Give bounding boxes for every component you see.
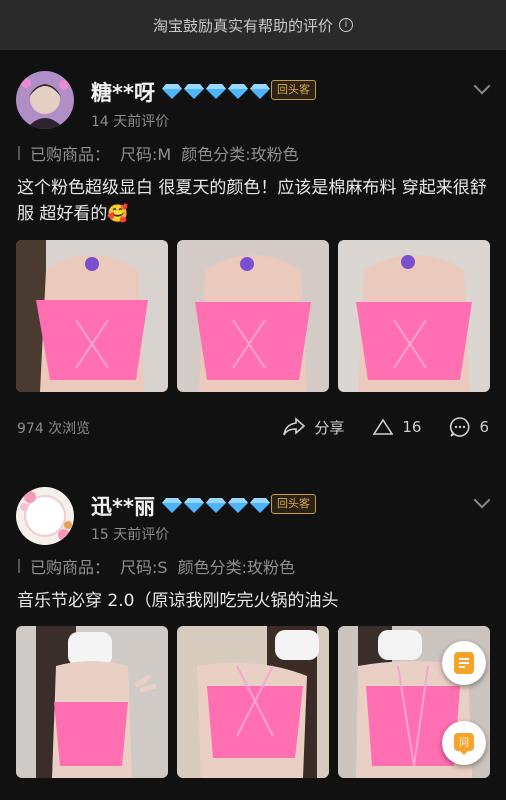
chevron-down-icon[interactable] xyxy=(473,491,491,509)
size-value: 尺码:S xyxy=(120,558,168,577)
purchased-item-info: 已购商品： 尺码:M 颜色分类:玫粉色 xyxy=(18,141,309,165)
review-photos xyxy=(16,240,490,392)
reviewer-name[interactable]: 糖**呀 xyxy=(91,77,155,107)
share-label: 分享 xyxy=(314,418,345,437)
diamond-icon xyxy=(184,498,204,513)
qa-icon: 问 xyxy=(454,733,474,755)
diamond-icon xyxy=(206,498,226,513)
review-photo[interactable] xyxy=(338,240,490,392)
diamond-icon xyxy=(250,84,270,99)
review-text: 这个粉色超级显白 很夏天的颜色！应该是棉麻布料 穿起来很舒服 超好看的🥰 xyxy=(17,178,487,224)
review-photo[interactable] xyxy=(177,240,329,392)
chevron-down-icon[interactable] xyxy=(473,77,491,95)
diamond-icon xyxy=(250,498,270,513)
diamond-icon xyxy=(206,84,226,99)
purchase-label: 已购商品： xyxy=(30,558,111,577)
svg-text:问: 问 xyxy=(459,736,469,749)
reviewer-name[interactable]: 迅**丽 xyxy=(91,491,155,521)
like-button[interactable]: 16 xyxy=(372,418,421,436)
list-float-button[interactable] xyxy=(442,641,486,685)
banner-text: 淘宝鼓励真实有帮助的评价 xyxy=(152,16,333,35)
triangle-up-icon xyxy=(372,418,394,435)
diamond-icon xyxy=(228,498,248,513)
review-actions: 分享 16 6 xyxy=(254,416,489,438)
review-photos xyxy=(16,626,490,778)
repeat-customer-badge: 回头客 xyxy=(271,494,316,514)
diamond-icon xyxy=(184,84,204,99)
list-icon xyxy=(454,652,474,674)
comment-count: 6 xyxy=(479,418,489,436)
comment-button[interactable]: 6 xyxy=(449,416,489,438)
member-level-diamonds xyxy=(162,497,270,513)
repeat-customer-badge: 回头客 xyxy=(271,80,316,100)
review-photo[interactable] xyxy=(177,626,329,778)
avatar[interactable] xyxy=(16,487,74,545)
purchase-label: 已购商品： xyxy=(30,145,111,164)
review-policy-banner[interactable]: 淘宝鼓励真实有帮助的评价 i xyxy=(0,0,506,50)
purchased-item-info: 已购商品： 尺码:S 颜色分类:玫粉色 xyxy=(18,554,305,578)
review-date: 14 天前评价 xyxy=(91,114,170,130)
divider xyxy=(18,146,20,160)
share-button[interactable]: 分享 xyxy=(282,417,344,438)
color-value: 颜色分类:玫粉色 xyxy=(181,145,299,164)
divider xyxy=(18,559,20,573)
info-icon[interactable]: i xyxy=(339,18,353,32)
like-count: 16 xyxy=(402,418,422,436)
qa-float-button[interactable]: 问 xyxy=(442,721,486,765)
diamond-icon xyxy=(162,498,182,513)
share-icon xyxy=(283,417,306,436)
member-level-diamonds xyxy=(162,83,270,99)
view-count: 974 次浏览 xyxy=(17,421,91,437)
review-text: 音乐节必穿 2.0（原谅我刚吃完火锅的油头 xyxy=(17,591,339,611)
review-photo[interactable] xyxy=(16,626,168,778)
review-date: 15 天前评价 xyxy=(91,527,170,543)
diamond-icon xyxy=(162,84,182,99)
comment-icon xyxy=(450,417,470,437)
avatar[interactable] xyxy=(16,71,74,129)
color-value: 颜色分类:玫粉色 xyxy=(177,558,295,577)
size-value: 尺码:M xyxy=(120,145,172,164)
review-photo[interactable] xyxy=(16,240,168,392)
diamond-icon xyxy=(228,84,248,99)
